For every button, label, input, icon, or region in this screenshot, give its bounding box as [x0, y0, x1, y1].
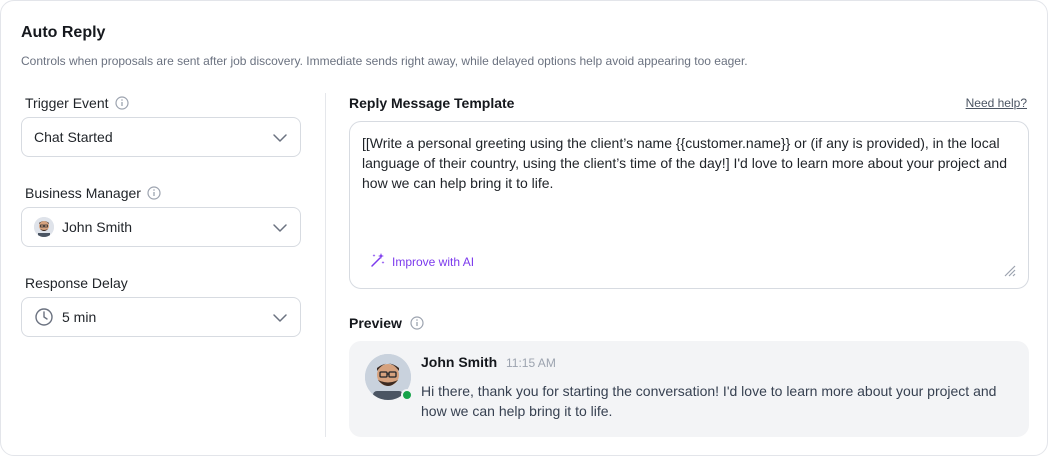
- template-label: Reply Message Template: [349, 95, 514, 111]
- business-manager-label: Business Manager: [25, 185, 161, 201]
- improve-with-ai-label: Improve with AI: [392, 254, 475, 269]
- preview-sender-name: John Smith: [421, 354, 498, 370]
- magic-wand-icon: [370, 252, 386, 271]
- clock-icon: [34, 307, 54, 327]
- trigger-event-label-text: Trigger Event: [25, 95, 109, 111]
- improve-with-ai-button[interactable]: Improve with AI: [370, 252, 474, 271]
- page-title: Auto Reply: [21, 24, 106, 41]
- online-status-dot: [401, 389, 413, 401]
- trigger-event-select[interactable]: Chat Started: [21, 117, 301, 157]
- template-label-text: Reply Message Template: [349, 95, 515, 111]
- info-icon[interactable]: [147, 186, 161, 200]
- business-manager-select[interactable]: John Smith: [21, 207, 301, 247]
- response-delay-value: 5 min: [62, 309, 97, 325]
- preview-message: John Smith 11:15 AM Hi there, thank you …: [349, 341, 1029, 437]
- response-delay-select[interactable]: 5 min: [21, 297, 301, 337]
- template-textarea[interactable]: [[Write a personal greeting using the cl…: [362, 133, 1018, 193]
- chevron-down-icon: [272, 220, 288, 236]
- preview-label: Preview: [349, 315, 424, 331]
- response-delay-label-text: Response Delay: [25, 275, 128, 291]
- avatar: [34, 217, 54, 237]
- chevron-down-icon: [272, 310, 288, 326]
- response-delay-label: Response Delay: [25, 275, 128, 291]
- page-description: Controls when proposals are sent after j…: [21, 54, 748, 68]
- resize-handle-icon[interactable]: [1004, 264, 1016, 277]
- chevron-down-icon: [272, 130, 288, 146]
- trigger-event-value: Chat Started: [34, 129, 113, 145]
- business-manager-label-text: Business Manager: [25, 185, 141, 201]
- template-editor[interactable]: [[Write a personal greeting using the cl…: [349, 121, 1029, 289]
- auto-reply-card: Auto Reply Controls when proposals are s…: [0, 0, 1048, 456]
- info-icon[interactable]: [410, 316, 424, 330]
- trigger-event-label: Trigger Event: [25, 95, 129, 111]
- need-help-link[interactable]: Need help?: [966, 96, 1027, 110]
- info-icon[interactable]: [114, 96, 129, 110]
- preview-timestamp: 11:15 AM: [506, 356, 556, 370]
- business-manager-value: John Smith: [62, 219, 133, 235]
- preview-message-text: Hi there, thank you for starting the con…: [421, 383, 997, 419]
- column-divider: [325, 93, 326, 437]
- preview-label-text: Preview: [349, 315, 402, 331]
